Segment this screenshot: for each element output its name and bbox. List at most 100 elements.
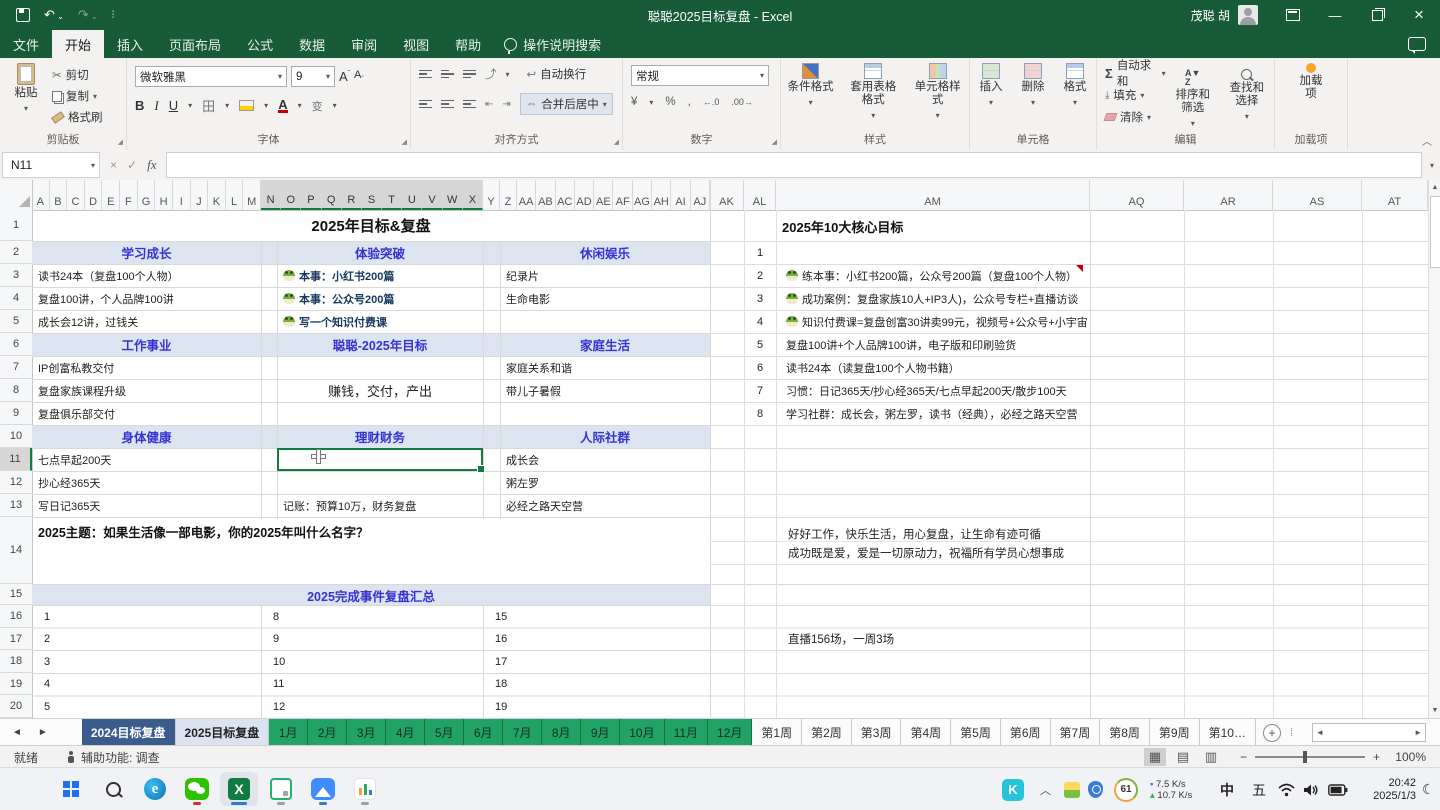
goal-text-cell[interactable]: 知识付费课=复盘创富30讲卖99元，视频号+公众号+小宇宙: [780, 310, 1088, 333]
row-header-19[interactable]: 19: [0, 673, 32, 695]
row-header-11[interactable]: 11: [0, 448, 32, 471]
section-header-cell[interactable]: 身体健康: [32, 426, 261, 447]
decrease-decimal-icon[interactable]: .00→: [731, 97, 753, 107]
align-right-icon[interactable]: [463, 98, 476, 111]
goal-number-cell[interactable]: 7: [744, 379, 776, 402]
format-as-table-button[interactable]: 套用表格格式▾: [840, 58, 906, 122]
data-cell[interactable]: 复盘俱乐部交付: [32, 402, 261, 425]
zoom-out-icon[interactable]: −: [1240, 750, 1247, 764]
cloud-app-button[interactable]: [304, 772, 342, 806]
customize-qat-icon[interactable]: ⫶: [112, 10, 115, 21]
tab-home[interactable]: 开始: [52, 30, 104, 58]
row-header-6[interactable]: 6: [0, 333, 32, 356]
battery-icon[interactable]: [1328, 768, 1348, 810]
data-cell[interactable]: 本事：小红书200篇: [277, 264, 483, 287]
row-header-1[interactable]: 1: [0, 210, 32, 241]
section-header-cell[interactable]: 工作事业: [32, 334, 261, 355]
sheet-tab-22[interactable]: 第8周: [1100, 719, 1150, 746]
row-header-9[interactable]: 9: [0, 402, 32, 425]
hscroll-right-icon[interactable]: ►: [1414, 728, 1422, 737]
goal-number-cell[interactable]: 4: [744, 310, 776, 333]
data-cell[interactable]: 成长会12讲，过钱关: [32, 310, 261, 333]
align-bottom-icon[interactable]: [463, 68, 476, 81]
sheet-tab-2[interactable]: 2025目标复盘: [176, 719, 270, 746]
format-painter-button[interactable]: 格式刷: [52, 108, 103, 126]
number-format-select[interactable]: 常规▾: [631, 65, 769, 86]
data-cell[interactable]: [500, 310, 710, 333]
column-header-w[interactable]: W: [443, 180, 463, 210]
wechat-button[interactable]: [178, 772, 216, 806]
start-button[interactable]: [52, 772, 90, 806]
phonetic-icon[interactable]: 变: [312, 98, 323, 114]
row-header-20[interactable]: 20: [0, 695, 32, 718]
sheet-tab-3[interactable]: 1月: [269, 719, 308, 746]
column-header-am[interactable]: AM: [776, 180, 1090, 210]
row-header-7[interactable]: 7: [0, 356, 32, 379]
column-header-aj[interactable]: AJ: [691, 180, 710, 210]
dialog-launcher-icon[interactable]: ◢: [772, 138, 777, 146]
list-number-cell[interactable]: 3: [38, 650, 78, 673]
sheet-tab-6[interactable]: 4月: [386, 719, 425, 746]
night-mode-icon[interactable]: ☾: [1422, 768, 1435, 810]
normal-view-button[interactable]: ▦: [1144, 748, 1166, 766]
column-header-at[interactable]: AT: [1362, 180, 1428, 210]
list-number-cell[interactable]: 2: [38, 628, 78, 650]
column-header-al[interactable]: AL: [744, 180, 776, 210]
column-header-ab[interactable]: AB: [536, 180, 555, 210]
summary-header-cell[interactable]: 2025完成事件复盘汇总: [32, 585, 710, 605]
note-cell[interactable]: 成功既是爱，爱是一切原动力，祝福所有学员心想事成: [782, 543, 1112, 562]
chart-app-button[interactable]: [346, 772, 384, 806]
horizontal-scrollbar[interactable]: ◄ ►: [1312, 723, 1426, 742]
align-left-icon[interactable]: [419, 98, 432, 111]
cancel-icon[interactable]: ×: [110, 158, 117, 172]
italic-button[interactable]: I: [154, 98, 158, 114]
scroll-down-icon[interactable]: ▼: [1429, 704, 1440, 717]
tab-help[interactable]: 帮助: [442, 30, 494, 58]
column-header-r[interactable]: R: [342, 180, 362, 210]
vertical-scrollbar[interactable]: ▲ ▼: [1428, 180, 1440, 718]
tab-insert[interactable]: 插入: [104, 30, 156, 58]
formula-bar-expand-icon[interactable]: ▾: [1430, 161, 1434, 170]
column-header-as[interactable]: AS: [1273, 180, 1362, 210]
font-size-select[interactable]: 9▾: [291, 66, 335, 87]
page-layout-view-button[interactable]: ▤: [1172, 748, 1194, 766]
goal-number-cell[interactable]: 5: [744, 333, 776, 356]
column-header-aa[interactable]: AA: [517, 180, 536, 210]
data-cell[interactable]: IP创富私教交付: [32, 356, 261, 379]
data-cell[interactable]: 带儿子暑假: [500, 379, 710, 402]
volume-icon[interactable]: [1303, 768, 1320, 810]
column-header-k[interactable]: K: [208, 180, 226, 210]
align-center-icon[interactable]: [441, 98, 454, 111]
goal-text-cell[interactable]: 成功案例：复盘家族10人+IP3人)，公众号专栏+直播访谈: [780, 287, 1088, 310]
tab-view[interactable]: 视图: [390, 30, 442, 58]
conditional-formatting-button[interactable]: 条件格式▾: [781, 58, 840, 122]
column-header-b[interactable]: B: [50, 180, 68, 210]
sheet-tab-11[interactable]: 9月: [581, 719, 620, 746]
note-cell[interactable]: 好好工作，快乐生活，用心复盘，让生命有迹可循: [782, 524, 1112, 543]
goal-number-cell[interactable]: 2: [744, 264, 776, 287]
tray-app-button[interactable]: K: [1002, 768, 1024, 810]
close-button[interactable]: ×: [1398, 0, 1440, 30]
goal-text-cell[interactable]: 读书24本（读复盘100个人物书籍）: [780, 356, 1088, 379]
row-header-4[interactable]: 4: [0, 287, 32, 310]
column-header-e[interactable]: E: [102, 180, 120, 210]
clock[interactable]: 20:422025/1/3: [1360, 768, 1416, 810]
sheet-title-cell[interactable]: 2025年目标&复盘: [32, 210, 710, 241]
network-speed[interactable]: ▪ 7.5 K/s▴ 10.7 K/s: [1150, 768, 1192, 810]
row-header-2[interactable]: 2: [0, 241, 32, 264]
sheet-tab-5[interactable]: 3月: [347, 719, 386, 746]
theme-cell[interactable]: 2025主题：如果生活像一部电影，你的2025年叫什么名字？: [32, 518, 732, 542]
sheet-tab-20[interactable]: 第6周: [1001, 719, 1051, 746]
borders-icon[interactable]: 田: [202, 96, 215, 115]
column-header-c[interactable]: C: [67, 180, 85, 210]
decrease-indent-icon[interactable]: ⇤: [485, 99, 493, 110]
percent-icon[interactable]: %: [665, 96, 675, 108]
comma-icon[interactable]: ,: [688, 96, 691, 108]
goal-text-cell[interactable]: 练本事：小红书200篇，公众号200篇（复盘100个人物）: [780, 264, 1088, 287]
select-all-corner[interactable]: [0, 180, 33, 211]
sheet-tab-18[interactable]: 第4周: [901, 719, 951, 746]
wrap-text-button[interactable]: ↩自动换行: [527, 65, 587, 83]
data-cell[interactable]: 复盘100讲，个人品牌100讲: [32, 287, 261, 310]
list-number-cell[interactable]: 15: [489, 605, 529, 628]
ime-indicator[interactable]: 中: [1220, 768, 1234, 810]
